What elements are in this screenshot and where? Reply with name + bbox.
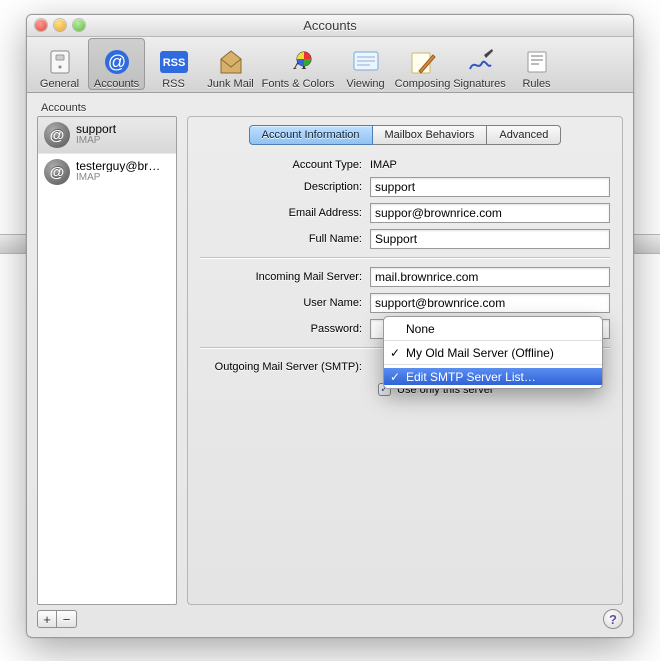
incoming-server-field[interactable] (370, 267, 610, 287)
toolbar-viewing[interactable]: Viewing (337, 38, 394, 90)
account-type: IMAP (76, 135, 116, 147)
accounts-list-label: Accounts (41, 102, 623, 114)
toolbar-signatures[interactable]: Signatures (451, 38, 508, 90)
description-label: Description: (200, 181, 370, 193)
toolbar-junk-mail[interactable]: Junk Mail (202, 38, 259, 90)
add-account-button[interactable]: + (37, 610, 57, 628)
smtp-menu-item-edit-list[interactable]: ✓ Edit SMTP Server List… (384, 368, 602, 385)
minimize-icon[interactable] (54, 19, 66, 31)
plus-icon: + (43, 612, 51, 627)
user-name-label: User Name: (200, 297, 370, 309)
bottom-bar: + − ? (37, 609, 623, 629)
account-type: IMAP (76, 172, 160, 184)
account-type-label: Account Type: (200, 159, 370, 171)
window-controls (35, 19, 85, 31)
toolbar-label: General (40, 78, 79, 90)
preferences-window: Accounts General @ Accounts RSS RSS (26, 14, 634, 638)
toolbar-label: Viewing (346, 78, 384, 90)
tab-advanced[interactable]: Advanced (487, 125, 561, 145)
toolbar-rss[interactable]: RSS RSS (145, 38, 202, 90)
rss-icon: RSS (160, 51, 188, 73)
remove-account-button[interactable]: − (57, 610, 77, 628)
content-area: Accounts @ support IMAP @ (27, 94, 633, 637)
email-address-field[interactable] (370, 203, 610, 223)
menu-item-label: My Old Mail Server (Offline) (406, 346, 554, 360)
account-name: testerguy@br… (76, 160, 160, 172)
tab-mailbox-behaviors[interactable]: Mailbox Behaviors (373, 125, 488, 145)
help-button[interactable]: ? (603, 609, 623, 629)
smtp-server-menu[interactable]: None ✓ My Old Mail Server (Offline) ✓ Ed… (383, 316, 603, 389)
password-label: Password: (200, 323, 370, 335)
menu-separator (384, 340, 602, 341)
toolbar-rules[interactable]: Rules (508, 38, 565, 90)
preferences-toolbar: General @ Accounts RSS RSS Junk Mail (27, 37, 633, 93)
window-title: Accounts (303, 18, 356, 33)
toolbar-label: Composing (395, 78, 451, 90)
divider (200, 257, 610, 259)
composing-icon (409, 49, 437, 75)
account-row[interactable]: @ testerguy@br… IMAP (38, 154, 176, 191)
account-detail-pane: Account Information Mailbox Behaviors Ad… (187, 116, 623, 605)
toolbar-label: Accounts (94, 78, 139, 90)
full-name-field[interactable] (370, 229, 610, 249)
description-field[interactable] (370, 177, 610, 197)
account-name: support (76, 123, 116, 135)
zoom-icon[interactable] (73, 19, 85, 31)
user-name-field[interactable] (370, 293, 610, 313)
viewing-icon (352, 50, 380, 74)
outgoing-server-label: Outgoing Mail Server (SMTP): (200, 361, 370, 373)
at-icon: @ (103, 48, 131, 76)
smtp-menu-item-old-server[interactable]: ✓ My Old Mail Server (Offline) (384, 344, 602, 361)
account-type-value: IMAP (370, 159, 397, 171)
toolbar-label: Signatures (453, 78, 506, 90)
toolbar-label: Junk Mail (207, 78, 253, 90)
signatures-icon (466, 49, 494, 75)
menu-separator (384, 364, 602, 365)
at-icon: @ (44, 159, 70, 185)
window-titlebar[interactable]: Accounts (27, 15, 633, 37)
minus-icon: − (63, 612, 71, 627)
smtp-menu-item-none[interactable]: None (384, 320, 602, 337)
close-icon[interactable] (35, 19, 47, 31)
toolbar-label: Fonts & Colors (262, 78, 335, 90)
toolbar-label: RSS (162, 78, 185, 90)
tab-account-information[interactable]: Account Information (249, 125, 373, 145)
toolbar-general[interactable]: General (31, 38, 88, 90)
incoming-server-label: Incoming Mail Server: (200, 271, 370, 283)
toolbar-fonts-colors[interactable]: A Fonts & Colors (259, 38, 337, 90)
account-row[interactable]: @ support IMAP (38, 117, 176, 154)
accounts-sidebar: @ support IMAP @ testerguy@br… IMAP (37, 116, 177, 605)
junk-icon (217, 49, 245, 75)
accounts-list[interactable]: @ support IMAP @ testerguy@br… IMAP (38, 117, 176, 604)
fonts-icon: A (284, 49, 312, 75)
toolbar-label: Rules (522, 78, 550, 90)
svg-text:RSS: RSS (162, 57, 185, 69)
menu-item-label: Edit SMTP Server List… (406, 370, 536, 384)
email-address-label: Email Address: (200, 207, 370, 219)
check-icon: ✓ (390, 370, 400, 384)
check-icon: ✓ (390, 346, 400, 360)
detail-tabs: Account Information Mailbox Behaviors Ad… (200, 125, 610, 145)
full-name-label: Full Name: (200, 233, 370, 245)
menu-item-label: None (406, 322, 435, 336)
toolbar-composing[interactable]: Composing (394, 38, 451, 90)
help-icon: ? (609, 612, 617, 627)
at-icon: @ (44, 122, 70, 148)
switch-icon (47, 49, 73, 75)
toolbar-accounts[interactable]: @ Accounts (88, 38, 145, 90)
rules-icon (524, 49, 550, 75)
svg-text:@: @ (107, 52, 125, 72)
